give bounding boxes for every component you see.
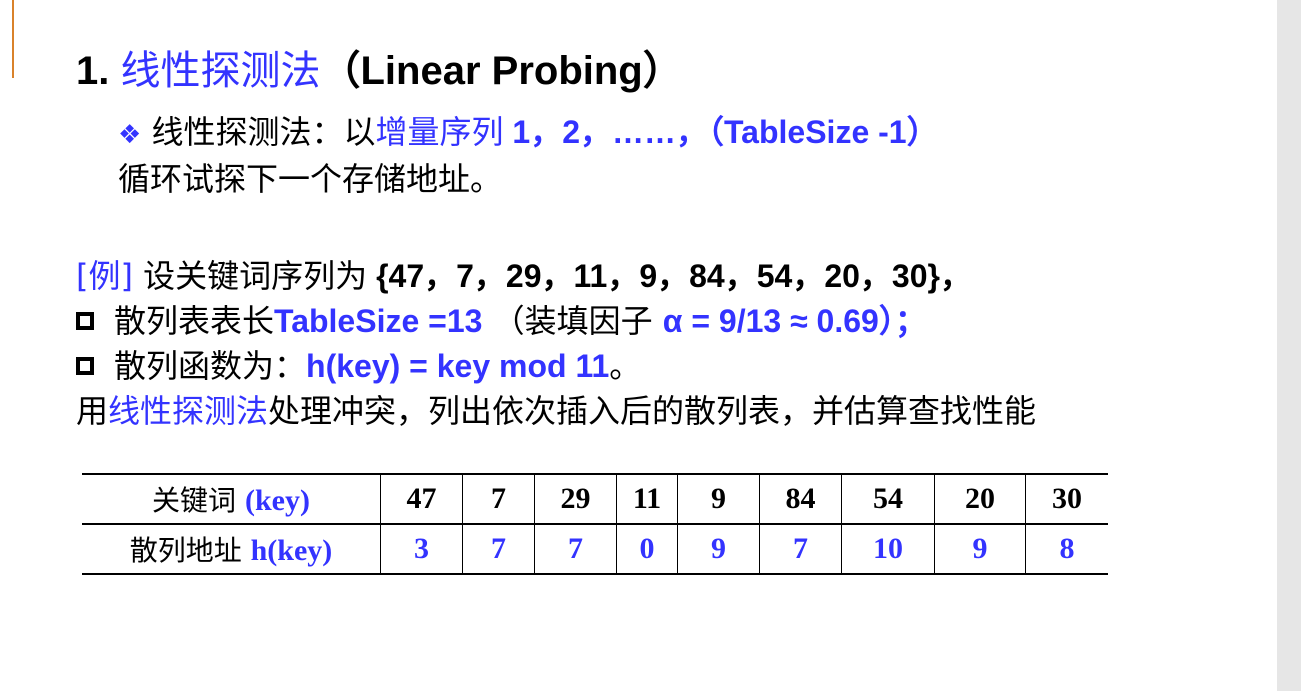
definition-bullet: ❖ 线性探测法：以增量序列 1，2，……，（TableSize -1） 循环试探… xyxy=(118,110,939,201)
task-method: 线性探测法 xyxy=(108,392,269,430)
hash-table: 关键词 (key) 47 7 29 11 9 84 54 20 30 散列地址 … xyxy=(82,473,1108,575)
example-intro: 设关键词序列为 xyxy=(132,257,368,295)
address-cell: 7 xyxy=(759,523,842,575)
key-cell: 7 xyxy=(462,473,535,525)
task-text: 处理冲突，列出依次插入后的散列表，并估算查找性能 xyxy=(268,392,1037,430)
task-prefix: 用 xyxy=(76,392,109,430)
key-cell: 20 xyxy=(934,473,1026,525)
right-scroll-region xyxy=(1277,0,1301,691)
example-line-3: 散列函数为：h(key) = key mod 11。 xyxy=(76,344,1036,389)
key-cell: 11 xyxy=(616,473,678,525)
checkbox-square-icon xyxy=(76,312,94,330)
bullet-line-2: 循环试探下一个存储地址。 xyxy=(118,160,503,198)
key-cell: 29 xyxy=(534,473,617,525)
address-cell: 9 xyxy=(677,523,760,575)
table-size-value: TableSize =13 xyxy=(274,303,483,339)
row-header-keys: 关键词 (key) xyxy=(82,473,381,525)
key-cell: 30 xyxy=(1025,473,1108,525)
diamond-bullet-icon: ❖ xyxy=(118,120,142,150)
title-cn: 线性探测法 xyxy=(120,48,321,94)
row-header-addresses: 散列地址 h(key) xyxy=(82,523,381,575)
load-factor-value: α = 9/13 ≈ 0.69）； xyxy=(662,303,927,339)
bullet-text-1: 线性探测法：以 xyxy=(141,113,376,151)
hash-function-formula: h(key) = key mod 11 xyxy=(306,348,610,384)
address-cell: 7 xyxy=(462,523,535,575)
hash-function-label: 散列函数为： xyxy=(114,347,307,385)
checkbox-square-icon xyxy=(76,357,94,375)
key-cell: 9 xyxy=(677,473,760,525)
key-cell: 47 xyxy=(380,473,463,525)
address-cell: 10 xyxy=(841,523,935,575)
table-row-keys: 关键词 (key) 47 7 29 11 9 84 54 20 30 xyxy=(82,473,1108,525)
example-key-sequence: {47，7，29，11，9，84，54，20，30}， xyxy=(367,258,972,294)
hash-function-end: 。 xyxy=(609,347,642,385)
example-block: [例] 设关键词序列为 {47，7，29，11，9，84，54，20，30}， … xyxy=(76,254,1036,434)
key-cell: 84 xyxy=(759,473,842,525)
address-cell: 3 xyxy=(380,523,463,575)
bullet-line-1: ❖ 线性探测法：以增量序列 1，2，……，（TableSize -1） xyxy=(118,110,939,157)
bullet-increment-seq: 1，2，……，（TableSize -1） xyxy=(503,114,939,150)
slide-title: 1. 线性探测法（Linear Probing） xyxy=(76,38,683,96)
address-cell: 0 xyxy=(616,523,678,575)
slide-accent-line xyxy=(12,0,14,78)
key-cell: 54 xyxy=(841,473,935,525)
title-number: 1. xyxy=(76,49,121,93)
example-line-2: 散列表表长TableSize =13 （装填因子 α = 9/13 ≈ 0.69… xyxy=(76,299,1036,344)
table-row-addresses: 散列地址 h(key) 3 7 7 0 9 7 10 9 8 xyxy=(82,523,1108,575)
example-tag: [例] xyxy=(76,257,133,295)
load-factor-label: （装填因子 xyxy=(482,302,663,340)
address-cell: 8 xyxy=(1025,523,1108,575)
table-size-label: 散列表表长 xyxy=(114,302,275,340)
title-en: （Linear Probing） xyxy=(320,49,683,93)
address-cell: 9 xyxy=(934,523,1026,575)
example-line-4: 用线性探测法处理冲突，列出依次插入后的散列表，并估算查找性能 xyxy=(76,389,1036,434)
example-line-1: [例] 设关键词序列为 {47，7，29，11，9，84，54，20，30}， xyxy=(76,254,1036,299)
bullet-increment-term: 增量序列 xyxy=(375,113,504,151)
address-cell: 7 xyxy=(534,523,617,575)
